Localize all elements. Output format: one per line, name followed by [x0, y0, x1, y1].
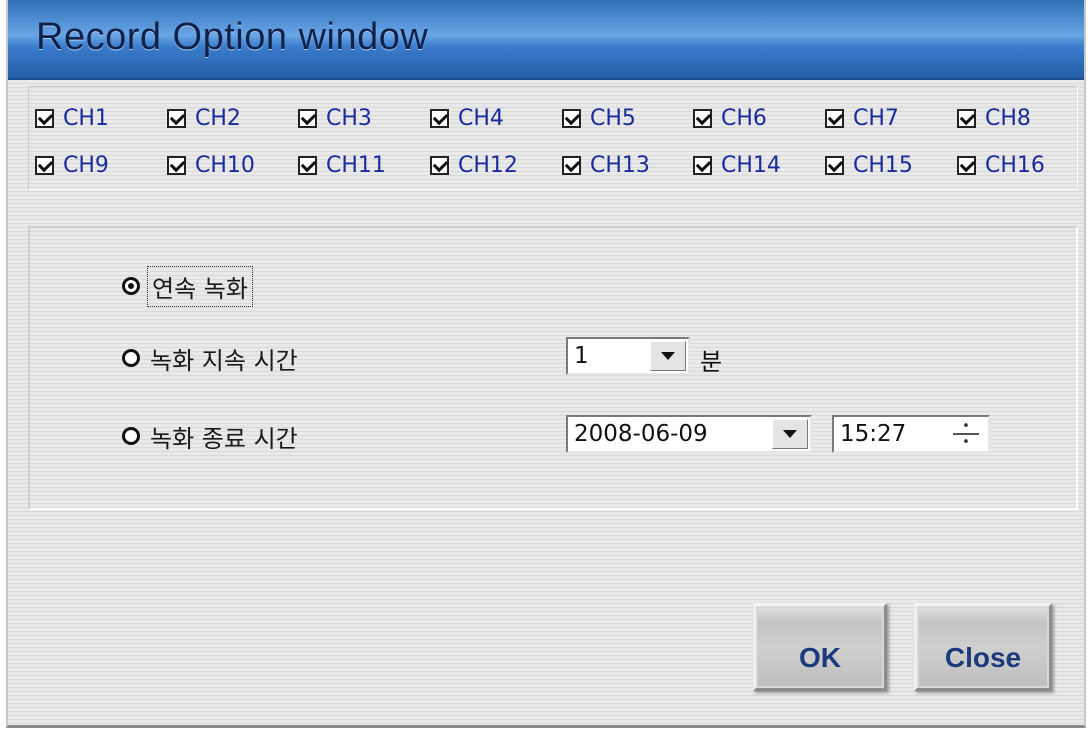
channel-label: CH14: [721, 152, 781, 178]
channel-label: CH2: [195, 105, 241, 131]
channel-checkbox-ch10[interactable]: CH10: [167, 147, 255, 183]
spinner-buttons[interactable]: • •: [947, 419, 985, 449]
channel-label: CH13: [590, 152, 650, 178]
window-title: Record Option window: [36, 16, 429, 58]
checkbox-icon[interactable]: [298, 108, 317, 128]
channel-checkbox-ch16[interactable]: CH16: [957, 147, 1045, 183]
checkbox-icon[interactable]: [562, 108, 581, 128]
channel-label: CH11: [326, 152, 386, 178]
checkbox-icon[interactable]: [35, 155, 54, 175]
checkbox-icon[interactable]: [825, 108, 844, 128]
channel-checkbox-ch7[interactable]: CH7: [825, 100, 899, 136]
checkbox-icon[interactable]: [430, 155, 449, 175]
end-date-value: 2008-06-09: [574, 421, 708, 447]
channel-checkbox-ch5[interactable]: CH5: [562, 100, 636, 136]
channel-checkbox-ch3[interactable]: CH3: [298, 100, 372, 136]
channel-checkbox-ch15[interactable]: CH15: [825, 147, 913, 183]
checkbox-icon[interactable]: [430, 108, 449, 128]
channel-label: CH10: [195, 152, 255, 178]
channel-label: CH4: [458, 105, 504, 131]
channel-checkbox-ch14[interactable]: CH14: [693, 147, 781, 183]
channel-label: CH6: [721, 105, 767, 131]
radio-icon[interactable]: [122, 349, 140, 367]
radio-selected-icon[interactable]: [122, 277, 140, 295]
duration-value: 1: [574, 343, 589, 369]
checkbox-icon[interactable]: [167, 155, 186, 175]
end-time-spinner[interactable]: 15:27 • •: [832, 415, 990, 453]
radio-label: 녹화 지속 시간: [150, 346, 298, 375]
channel-checkbox-ch11[interactable]: CH11: [298, 147, 386, 183]
channel-checkbox-ch12[interactable]: CH12: [430, 147, 518, 183]
spin-up-icon[interactable]: •: [947, 419, 985, 433]
channel-label: CH1: [63, 105, 109, 131]
channel-checkbox-ch9[interactable]: CH9: [35, 147, 109, 183]
channel-checkbox-ch4[interactable]: CH4: [430, 100, 504, 136]
radio-recording-end-time[interactable]: 녹화 종료 시간: [122, 418, 298, 454]
channel-checkbox-ch8[interactable]: CH8: [957, 100, 1031, 136]
checkbox-icon[interactable]: [693, 108, 712, 128]
checkbox-icon[interactable]: [693, 155, 712, 175]
checkbox-icon[interactable]: [957, 108, 976, 128]
checkbox-icon[interactable]: [167, 108, 186, 128]
record-option-window: Record Option window CH1 CH2 CH3 CH4 CH5…: [6, 0, 1086, 728]
channel-label: CH12: [458, 152, 518, 178]
chevron-down-icon[interactable]: [650, 341, 686, 371]
checkbox-icon[interactable]: [35, 108, 54, 128]
channel-label: CH5: [590, 105, 636, 131]
radio-label: 연속 녹화: [147, 265, 253, 307]
chevron-down-icon[interactable]: [772, 419, 808, 449]
radio-continuous-recording[interactable]: 연속 녹화: [122, 265, 253, 307]
checkbox-icon[interactable]: [825, 155, 844, 175]
title-bar[interactable]: Record Option window: [8, 0, 1084, 80]
radio-label: 녹화 종료 시간: [150, 424, 298, 453]
ok-button[interactable]: OK: [753, 603, 887, 691]
checkbox-icon[interactable]: [957, 155, 976, 175]
checkbox-icon[interactable]: [562, 155, 581, 175]
end-date-picker[interactable]: 2008-06-09: [566, 415, 812, 453]
duration-unit-label: 분: [700, 348, 723, 376]
end-time-value: 15:27: [840, 421, 907, 447]
radio-recording-duration[interactable]: 녹화 지속 시간: [122, 340, 298, 376]
record-mode-group: 연속 녹화 녹화 지속 시간 녹화 종료 시간 1 분 2008-06-09 1…: [28, 226, 1078, 510]
channel-checkbox-ch6[interactable]: CH6: [693, 100, 767, 136]
channel-checkbox-ch13[interactable]: CH13: [562, 147, 650, 183]
spin-down-icon[interactable]: •: [947, 435, 985, 449]
channel-checkbox-ch2[interactable]: CH2: [167, 100, 241, 136]
radio-icon[interactable]: [122, 427, 140, 445]
channel-label: CH8: [985, 105, 1031, 131]
channel-label: CH7: [853, 105, 899, 131]
channel-label: CH15: [853, 152, 913, 178]
channel-label: CH9: [63, 152, 109, 178]
channel-checkbox-ch1[interactable]: CH1: [35, 100, 109, 136]
channel-label: CH3: [326, 105, 372, 131]
duration-select[interactable]: 1: [566, 337, 690, 375]
close-button[interactable]: Close: [914, 603, 1052, 691]
channel-label: CH16: [985, 152, 1045, 178]
checkbox-icon[interactable]: [298, 155, 317, 175]
channel-group: CH1 CH2 CH3 CH4 CH5 CH6 CH7 CH8 CH9 CH10…: [28, 86, 1078, 190]
